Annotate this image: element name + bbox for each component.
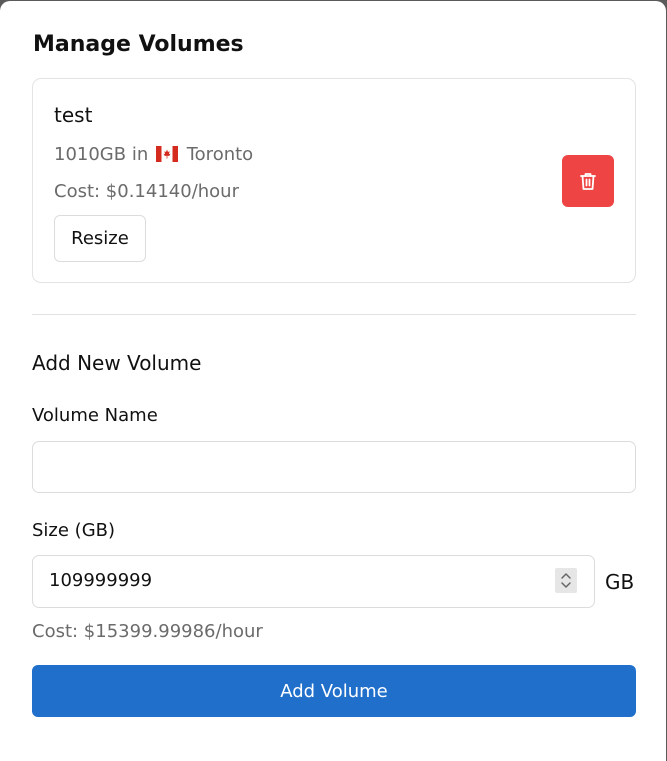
new-volume-cost: Cost: $15399.99986/hour bbox=[32, 621, 263, 642]
volume-in-text: in bbox=[131, 144, 149, 165]
stepper-arrows-icon bbox=[561, 573, 571, 588]
volume-size: 1010GB bbox=[54, 144, 127, 165]
manage-volumes-modal: Manage Volumes test 1010GB in Toronto Co… bbox=[0, 1, 666, 761]
size-unit: GB bbox=[605, 570, 635, 594]
size-label: Size (GB) bbox=[32, 520, 116, 541]
section-divider bbox=[32, 314, 636, 315]
volume-name: test bbox=[54, 103, 93, 127]
trash-icon bbox=[580, 173, 596, 190]
modal-title: Manage Volumes bbox=[33, 32, 244, 57]
delete-volume-button[interactable] bbox=[562, 155, 614, 207]
size-input-value: 109999999 bbox=[49, 570, 153, 591]
add-volume-section-title: Add New Volume bbox=[32, 351, 202, 375]
volume-card: test 1010GB in Toronto Cost: $0.14140/ho… bbox=[32, 78, 636, 283]
volume-cost: Cost: $0.14140/hour bbox=[54, 181, 239, 202]
resize-button[interactable]: Resize bbox=[54, 215, 146, 262]
canada-flag-icon bbox=[156, 146, 178, 162]
size-stepper[interactable] bbox=[555, 568, 577, 593]
volume-meta: 1010GB in Toronto bbox=[54, 144, 253, 165]
volume-name-input[interactable] bbox=[32, 441, 636, 493]
volume-name-label: Volume Name bbox=[32, 405, 158, 426]
add-volume-button[interactable]: Add Volume bbox=[32, 665, 636, 717]
volume-location: Toronto bbox=[186, 144, 254, 165]
size-input[interactable]: 109999999 bbox=[32, 555, 595, 608]
